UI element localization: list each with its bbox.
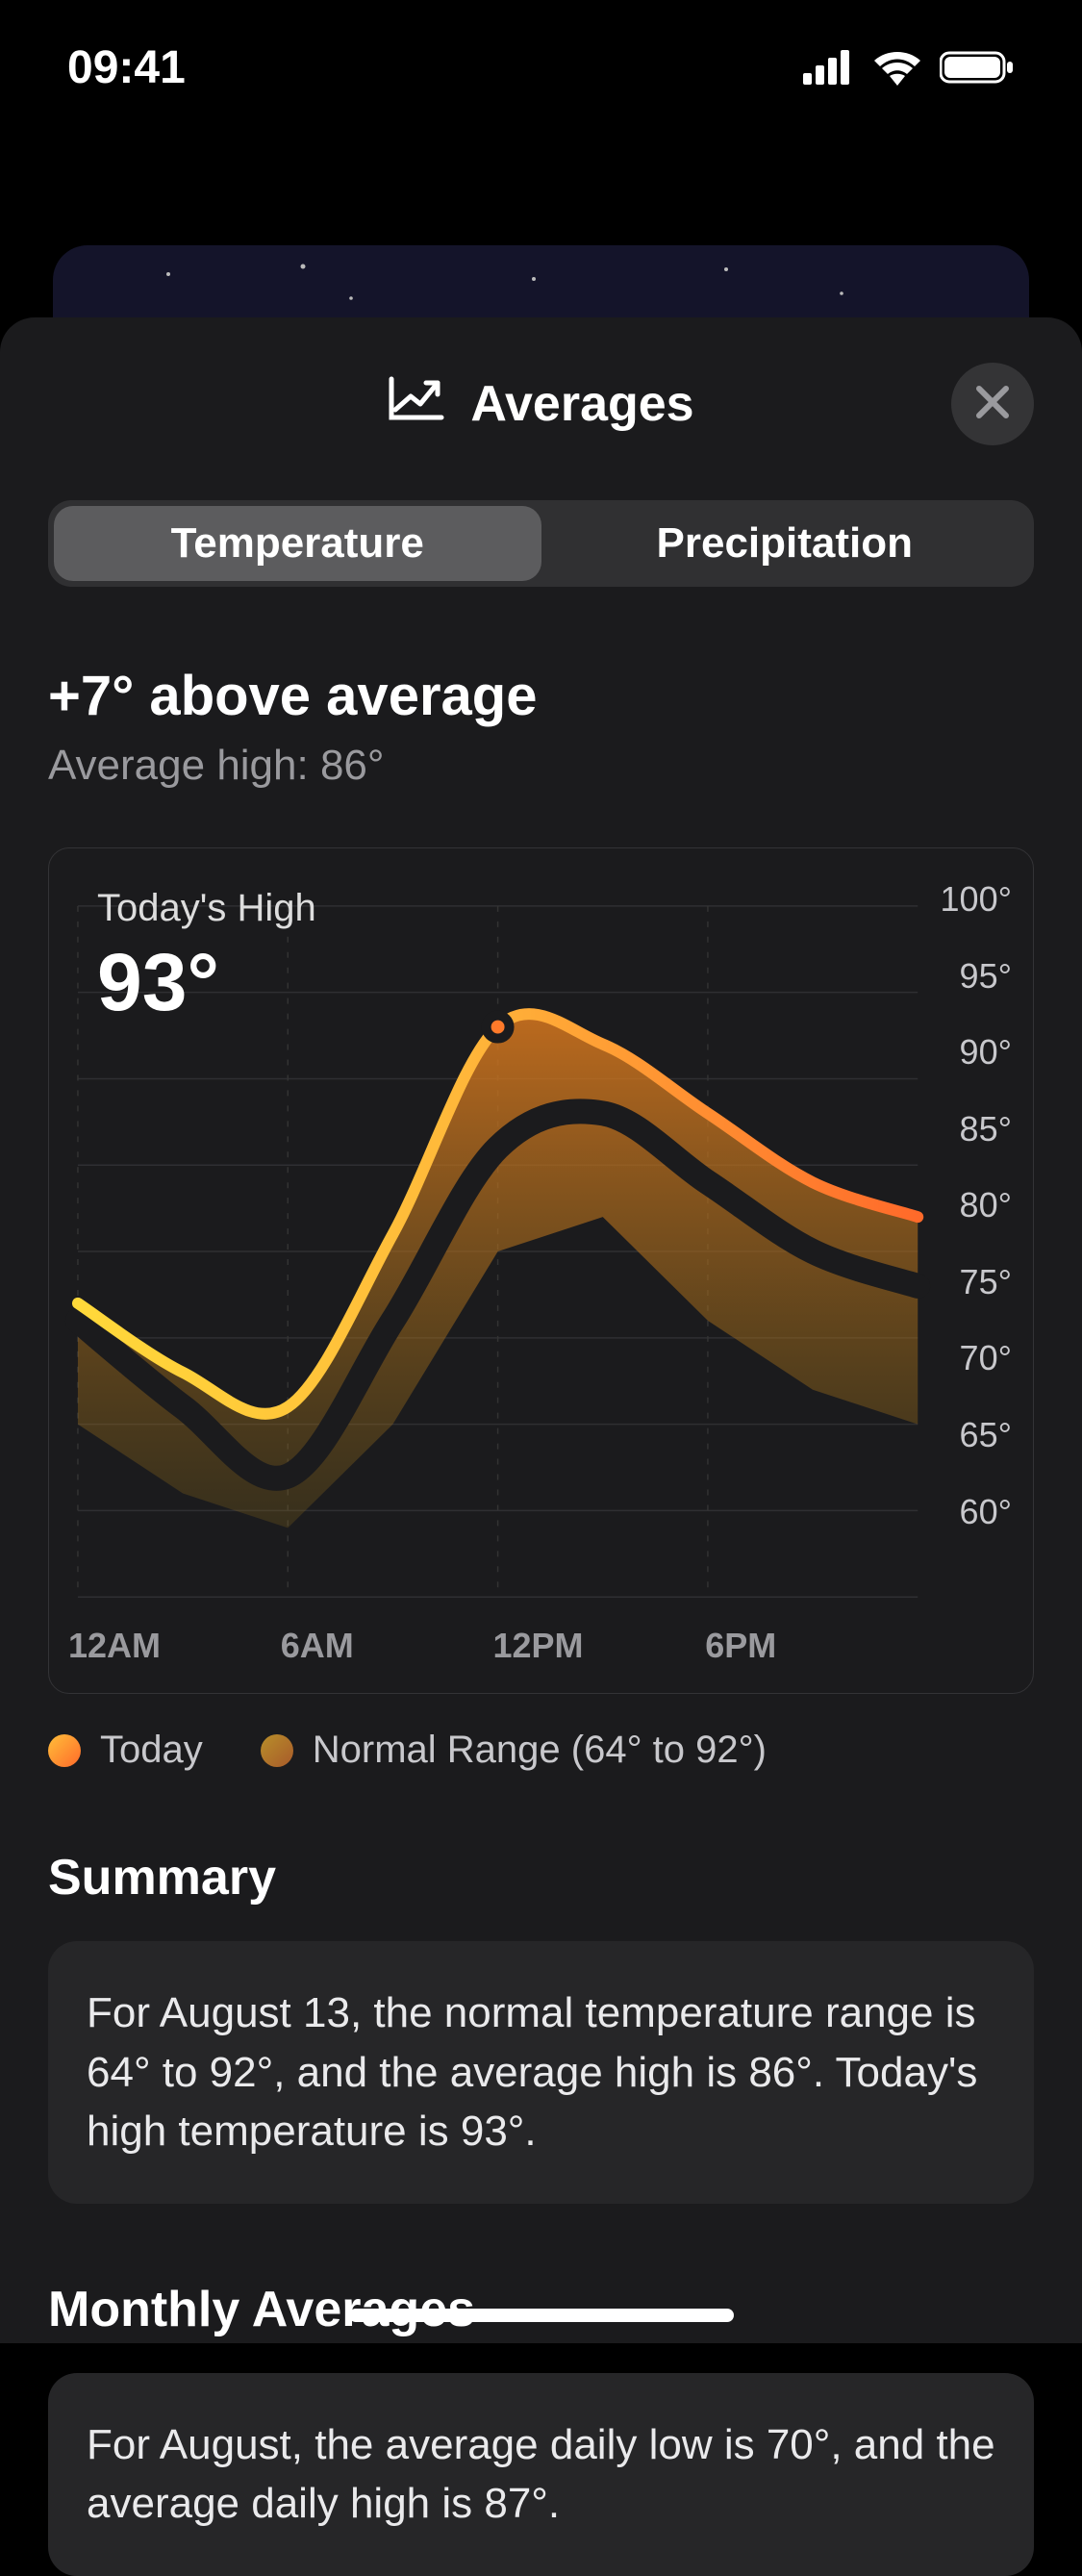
- headline: +7° above average: [48, 664, 1034, 728]
- chart-line-icon: [388, 375, 445, 434]
- y-tick: 90°: [960, 1032, 1012, 1073]
- x-tick: 6AM: [281, 1626, 354, 1666]
- cell-signal-icon: [803, 50, 855, 85]
- y-tick: 85°: [960, 1109, 1012, 1149]
- sheet-title: Averages: [388, 375, 693, 434]
- sheet-title-text: Averages: [470, 375, 693, 433]
- legend-dot-today: [48, 1734, 81, 1767]
- y-tick: 75°: [960, 1262, 1012, 1302]
- x-tick: 12PM: [493, 1626, 584, 1666]
- legend-dot-range: [261, 1734, 293, 1767]
- tab-precipitation[interactable]: Precipitation: [541, 506, 1029, 581]
- wifi-icon: [872, 49, 922, 86]
- close-icon: [973, 383, 1012, 426]
- chart-label-value: 93°: [97, 936, 316, 1029]
- monthly-card: For August, the average daily low is 70°…: [48, 2373, 1034, 2576]
- averages-sheet: Averages Temperature Precipitation +7° a…: [0, 317, 1082, 2343]
- y-tick: 65°: [960, 1415, 1012, 1455]
- y-tick: 100°: [941, 879, 1012, 920]
- y-tick: 70°: [960, 1338, 1012, 1378]
- tab-temperature[interactable]: Temperature: [54, 506, 541, 581]
- close-button[interactable]: [951, 363, 1034, 445]
- tab-precipitation-label: Precipitation: [657, 519, 914, 568]
- chart-today-high-label: Today's High 93°: [97, 887, 316, 1029]
- legend-normal-range: Normal Range (64° to 92°): [261, 1729, 767, 1772]
- y-tick: 60°: [960, 1492, 1012, 1532]
- y-tick: 80°: [960, 1185, 1012, 1225]
- sheet-header: Averages: [48, 317, 1034, 491]
- temperature-chart[interactable]: Today's High 93° 100° 95° 90° 85° 80° 75° 70° 6…: [48, 847, 1034, 1694]
- summary-title: Summary: [48, 1849, 1034, 1907]
- status-bar: 09:41: [0, 0, 1082, 135]
- status-time: 09:41: [67, 41, 186, 94]
- x-tick: 6PM: [705, 1626, 776, 1666]
- x-tick: 12AM: [68, 1626, 161, 1666]
- y-tick: 95°: [960, 956, 1012, 997]
- legend-today: Today: [48, 1729, 203, 1772]
- x-axis: 12AM 6AM 12PM 6PM: [68, 1626, 918, 1664]
- status-right: [803, 49, 1015, 86]
- legend-range-label: Normal Range (64° to 92°): [313, 1729, 767, 1772]
- segmented-control: Temperature Precipitation: [48, 500, 1034, 587]
- battery-icon: [940, 50, 1015, 85]
- summary-card: For August 13, the normal temperature ra…: [48, 1941, 1034, 2204]
- legend-today-label: Today: [100, 1729, 203, 1772]
- chart-legend: Today Normal Range (64° to 92°): [48, 1729, 1034, 1772]
- chart-label-title: Today's High: [97, 887, 316, 930]
- home-indicator[interactable]: [349, 2309, 734, 2322]
- tab-temperature-label: Temperature: [171, 519, 424, 568]
- subhead: Average high: 86°: [48, 742, 1034, 790]
